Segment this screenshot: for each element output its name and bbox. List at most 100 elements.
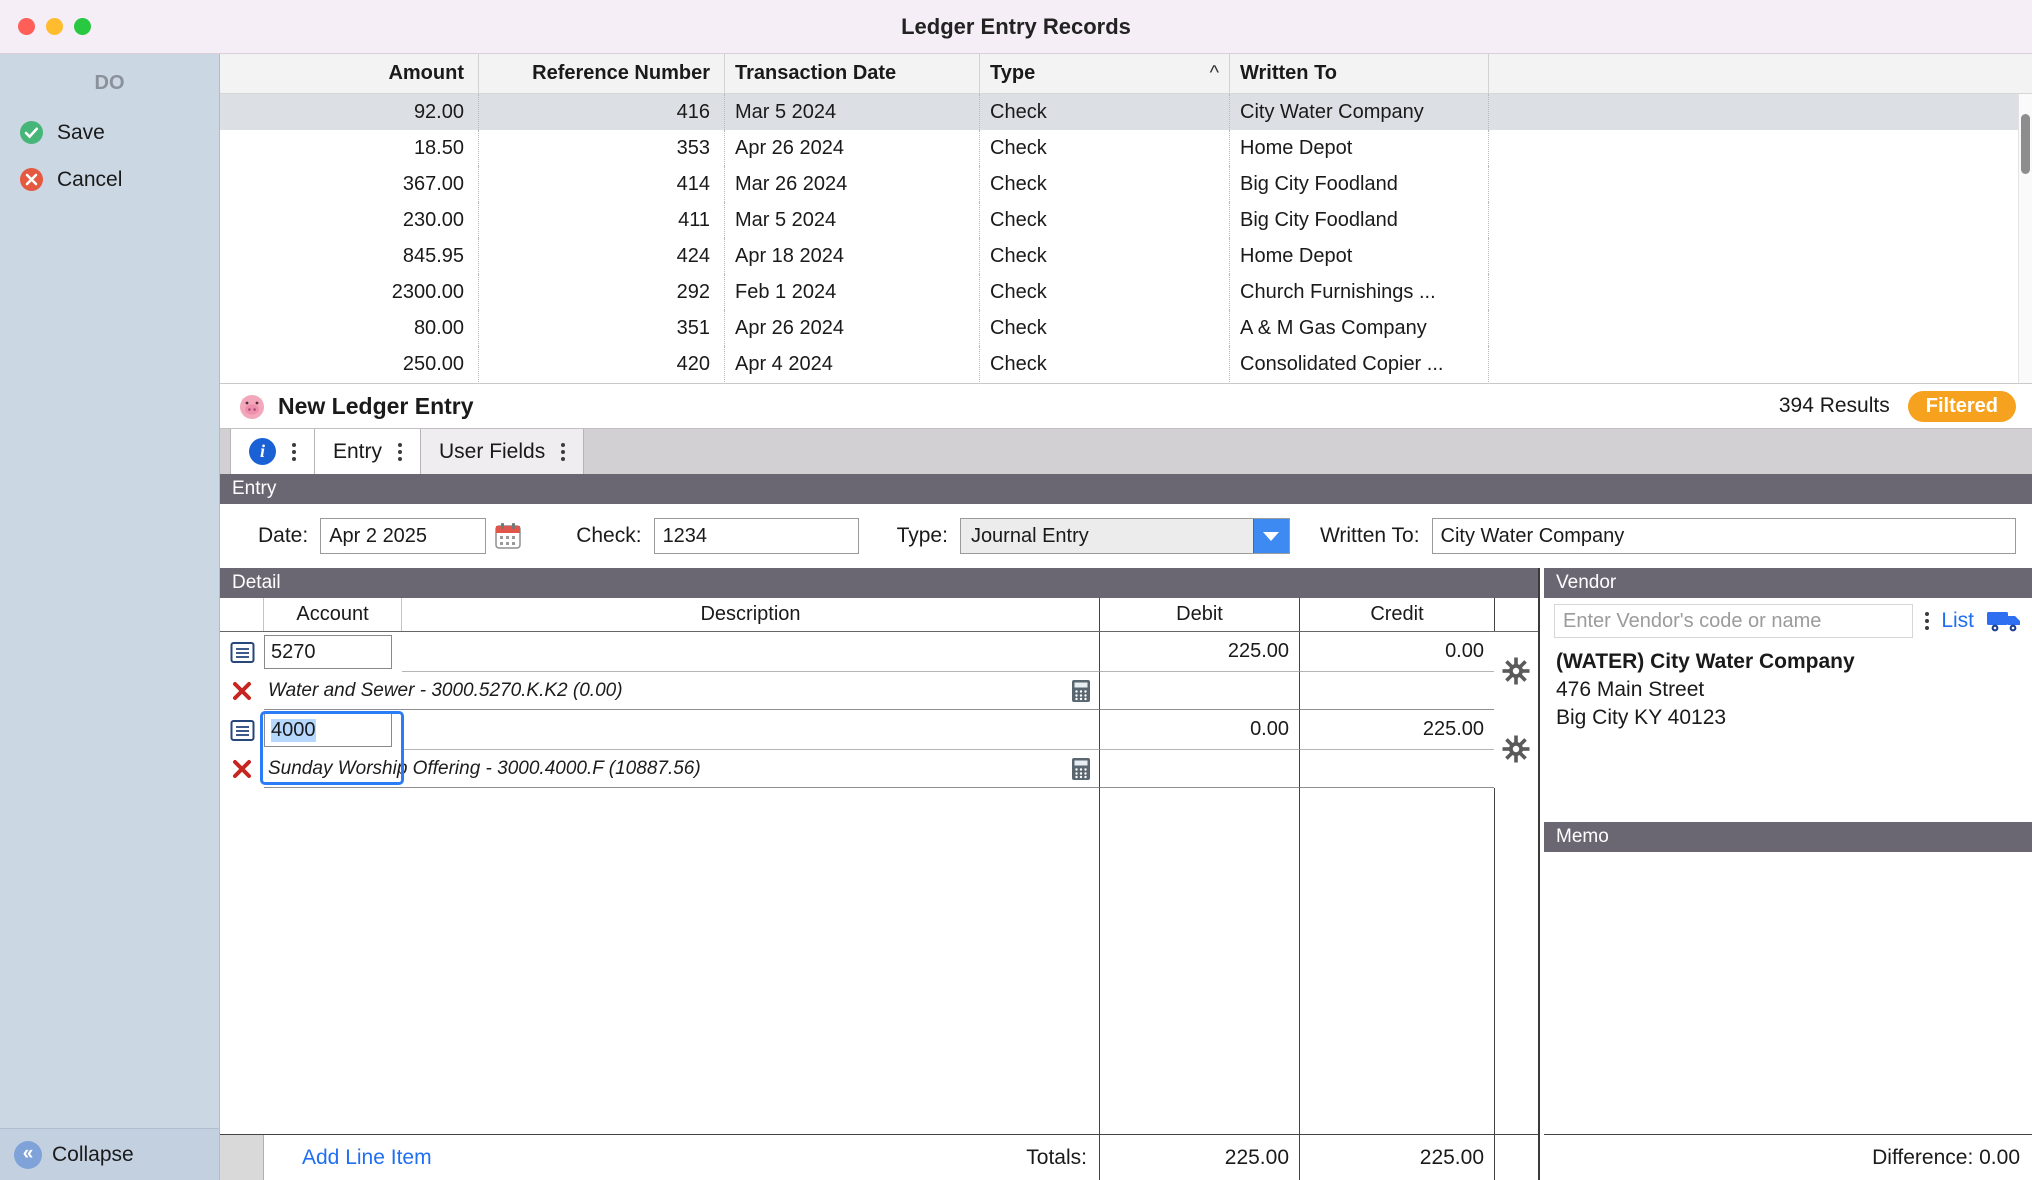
date-field[interactable]: [320, 518, 487, 554]
calendar-icon: [495, 523, 521, 549]
cell-ref: 414: [479, 166, 725, 202]
vendor-name: (WATER) City Water Company: [1556, 650, 1855, 673]
info-segment: i: [230, 429, 315, 474]
delete-line-button[interactable]: [220, 672, 264, 710]
line-item: 4000 0.00 225.00 Sunday Worship Offering…: [220, 710, 1538, 788]
column-header-amount[interactable]: Amount: [220, 54, 479, 93]
credit-field[interactable]: 225.00: [1299, 710, 1494, 750]
calendar-button[interactable]: [492, 520, 524, 552]
collapse-label: Collapse: [52, 1142, 134, 1166]
app-window: Ledger Entry Records DO Save Cancel « Co…: [0, 0, 2032, 1180]
cell-date: Apr 4 2024: [725, 346, 980, 382]
description-field[interactable]: [402, 632, 1099, 672]
cell-amount: 92.00: [220, 94, 479, 130]
detail-section-header: Detail: [220, 568, 1538, 598]
x-circle-icon: [20, 168, 43, 191]
debit-field[interactable]: 225.00: [1099, 632, 1299, 672]
red-x-icon: [233, 760, 251, 778]
cell-type: Check: [980, 94, 1230, 130]
tab-user-fields-label: User Fields: [439, 439, 546, 463]
table-row[interactable]: 250.00 420 Apr 4 2024 Check Consolidated…: [220, 346, 2032, 382]
ledger-icon: [230, 641, 254, 663]
ledger-account-button[interactable]: [220, 632, 264, 672]
tab-bar: i Entry User Fields: [220, 428, 2032, 474]
cell-date: Mar 26 2024: [725, 166, 980, 202]
ledger-icon: [230, 719, 254, 741]
written-to-field[interactable]: [1431, 518, 2016, 554]
vendor-list-link[interactable]: List: [1941, 609, 1974, 633]
more-options-icon[interactable]: [561, 442, 566, 461]
credit-field[interactable]: 0.00: [1299, 632, 1494, 672]
detail-totals-bar: Add Line Item Totals: 225.00 225.00: [220, 1134, 1538, 1180]
column-header-filler: [1489, 54, 2032, 93]
cancel-label: Cancel: [57, 167, 123, 191]
dropdown-button[interactable]: [1252, 519, 1289, 553]
collapse-chevrons-icon: «: [14, 1140, 42, 1169]
type-header-label: Type: [990, 62, 1036, 84]
calculator-icon: [1072, 757, 1090, 780]
scrollbar-thumb[interactable]: [2021, 114, 2030, 174]
more-options-icon[interactable]: [398, 442, 403, 461]
vertical-scrollbar[interactable]: [2018, 94, 2032, 383]
vendor-info: (WATER) City Water Company 476 Main Stre…: [1544, 644, 2032, 822]
total-credit: 225.00: [1299, 1135, 1494, 1180]
cell-written-to: A & M Gas Company: [1230, 310, 1489, 346]
do-sidebar: DO Save Cancel « Collapse: [0, 54, 220, 1180]
table-row[interactable]: 230.00 411 Mar 5 2024 Check Big City Foo…: [220, 202, 2032, 238]
gear-icon: [1502, 657, 1530, 685]
column-header-type[interactable]: Type ^: [980, 54, 1230, 93]
total-debit: 225.00: [1099, 1135, 1299, 1180]
vendor-more-options-icon[interactable]: [1925, 612, 1930, 630]
cell-type: Check: [980, 166, 1230, 202]
vendor-section-header: Vendor: [1544, 568, 2032, 598]
cell-written-to: Big City Foodland: [1230, 166, 1489, 202]
check-number-field[interactable]: [653, 518, 859, 554]
table-row[interactable]: 845.95 424 Apr 18 2024 Check Home Depot: [220, 238, 2032, 274]
line-settings-button[interactable]: [1494, 632, 1538, 710]
line-settings-button[interactable]: [1494, 710, 1538, 788]
piggy-bank-icon: [240, 395, 264, 419]
memo-field[interactable]: [1544, 852, 2032, 1134]
cell-ref: 351: [479, 310, 725, 346]
collapse-sidebar-button[interactable]: « Collapse: [0, 1128, 219, 1180]
column-header-reference-number[interactable]: Reference Number: [479, 54, 725, 93]
calculator-button[interactable]: [1071, 757, 1091, 781]
table-row[interactable]: 18.50 353 Apr 26 2024 Check Home Depot: [220, 130, 2032, 166]
truck-icon[interactable]: [1986, 609, 2022, 633]
vendor-address-line2: Big City KY 40123: [1556, 706, 1727, 729]
debit-field[interactable]: 0.00: [1099, 710, 1299, 750]
table-row[interactable]: 80.00 351 Apr 26 2024 Check A & M Gas Co…: [220, 310, 2032, 346]
check-circle-icon: [20, 121, 43, 144]
filtered-badge[interactable]: Filtered: [1907, 390, 2016, 422]
sidebar-header: DO: [94, 72, 125, 94]
difference-label: Difference: 0.00: [1872, 1145, 2020, 1169]
table-row[interactable]: 2300.00 292 Feb 1 2024 Check Church Furn…: [220, 274, 2032, 310]
more-options-icon[interactable]: [292, 442, 296, 461]
table-row[interactable]: 367.00 414 Mar 26 2024 Check Big City Fo…: [220, 166, 2032, 202]
description-field[interactable]: [402, 710, 1099, 750]
account-field[interactable]: 5270: [264, 635, 392, 669]
info-icon[interactable]: i: [249, 438, 276, 465]
cancel-button[interactable]: Cancel: [0, 156, 219, 203]
column-header-transaction-date[interactable]: Transaction Date: [725, 54, 980, 93]
add-line-item-link[interactable]: Add Line Item: [302, 1146, 432, 1170]
save-button[interactable]: Save: [0, 109, 219, 156]
delete-line-button[interactable]: [220, 750, 264, 788]
cell-ref: 416: [479, 94, 725, 130]
vendor-search-input[interactable]: [1554, 604, 1914, 638]
cell-type: Check: [980, 346, 1230, 382]
tab-user-fields[interactable]: User Fields: [421, 429, 585, 474]
results-count: 394 Results: [1778, 394, 1890, 417]
account-field-focused[interactable]: 4000: [264, 713, 392, 747]
calculator-button[interactable]: [1071, 679, 1091, 703]
column-header-written-to[interactable]: Written To: [1230, 54, 1489, 93]
tab-entry[interactable]: Entry: [315, 429, 422, 474]
memo-section-header: Memo: [1544, 822, 2032, 852]
ledger-account-button[interactable]: [220, 710, 264, 750]
cell-amount: 230.00: [220, 202, 479, 238]
record-bar: New Ledger Entry 394 Results Filtered: [220, 384, 2032, 428]
type-dropdown[interactable]: Journal Entry: [959, 518, 1290, 554]
entry-section-header: Entry: [220, 474, 2032, 504]
table-row[interactable]: 92.00 416 Mar 5 2024 Check City Water Co…: [220, 94, 2032, 130]
line-item: 5270 225.00 0.00 Water and Sewer - 3000.…: [220, 632, 1538, 710]
